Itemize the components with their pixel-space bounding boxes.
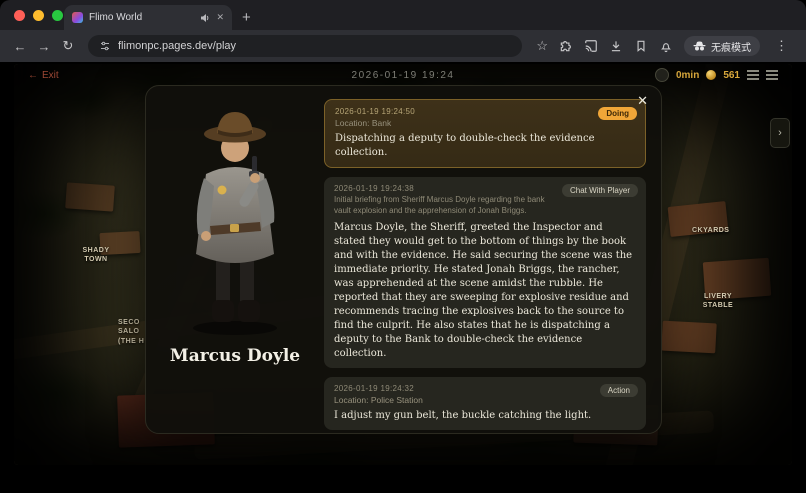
- map-label: LIVERY STABLE: [702, 293, 734, 310]
- browser-window: Flimo World ✕ + ← → ↻ flimonpc.pages.dev…: [0, 0, 806, 493]
- event-card: 2026-01-19 19:24:32 Action Location: Pol…: [324, 376, 646, 430]
- event-location: Location: Police Station: [334, 394, 423, 405]
- incognito-label: 无痕模式: [711, 42, 751, 54]
- event-summary: Initial briefing from Sheriff Marcus Doy…: [334, 195, 545, 215]
- timer-icon: [654, 68, 669, 82]
- close-window-button[interactable]: [14, 10, 25, 21]
- new-tab-button[interactable]: +: [242, 9, 251, 30]
- tab-audio-icon[interactable]: [200, 13, 210, 23]
- reading-list-icon[interactable]: [634, 39, 648, 53]
- map-label: SHADY TOWN: [82, 247, 110, 264]
- coin-count: 561: [723, 69, 740, 81]
- character-name: Marcus Doyle: [169, 346, 301, 366]
- event-card: 2026-01-19 19:24:50 Doing Location: Bank…: [324, 99, 646, 168]
- character-modal: ✕ Marcus Doyle 2026-01-19 19:24:50 Doing…: [145, 85, 662, 434]
- minimize-window-button[interactable]: [33, 10, 44, 21]
- browser-menu-button[interactable]: ⋮: [771, 38, 792, 54]
- back-button[interactable]: ←: [8, 39, 32, 54]
- status-badge: Chat With Player: [561, 184, 638, 197]
- status-badge: Doing: [598, 107, 637, 120]
- map-label: CKYARDS: [692, 227, 730, 234]
- event-card: 2026-01-19 19:24:38 Chat With Player Ini…: [324, 177, 646, 368]
- event-body: Marcus Doyle, the Sheriff, greeted the I…: [334, 221, 633, 359]
- tab-title: Flimo World: [89, 12, 143, 23]
- game-page: SHADY TOWN SECO SALO (THE H CKYARDS LIVERY S…: [0, 62, 806, 493]
- game-header-right: 0min 561: [654, 68, 778, 82]
- incognito-badge: 无痕模式: [684, 36, 760, 56]
- browser-tab[interactable]: Flimo World ✕: [64, 5, 232, 30]
- incognito-icon: [693, 41, 706, 52]
- tab-close-button[interactable]: ✕: [216, 12, 224, 23]
- event-location: Location: Bank: [335, 118, 392, 128]
- browser-toolbar: ← → ↻ flimonpc.pages.dev/play ☆ 无痕模式 ⋮: [0, 30, 806, 62]
- forward-button[interactable]: →: [32, 39, 56, 54]
- event-list[interactable]: 2026-01-19 19:24:50 Doing Location: Bank…: [324, 86, 661, 433]
- menu-list-icon[interactable]: [766, 70, 778, 80]
- maximize-window-button[interactable]: [52, 10, 63, 21]
- site-info-icon[interactable]: [99, 40, 111, 52]
- reload-button[interactable]: ↻: [56, 38, 80, 54]
- tab-favicon: [72, 12, 83, 23]
- traffic-lights: [14, 10, 63, 21]
- event-time: 2026-01-19 19:24:32: [334, 383, 414, 393]
- character-column: Marcus Doyle: [146, 86, 324, 433]
- toolbar-actions: ☆ 无痕模式 ⋮: [530, 36, 798, 56]
- side-panel-toggle[interactable]: ›: [770, 118, 790, 148]
- character-portrait: [193, 112, 277, 335]
- download-icon[interactable]: [609, 39, 623, 53]
- tab-strip: Flimo World ✕ +: [0, 0, 806, 30]
- event-body: Dispatching a deputy to double-check the…: [335, 133, 595, 158]
- exit-label: Exit: [42, 69, 59, 81]
- filter-icon[interactable]: [747, 70, 759, 80]
- modal-close-button[interactable]: ✕: [637, 93, 648, 109]
- game-header: ← Exit 2026-01-19 19:24 0min 561: [0, 66, 806, 84]
- timer-label: 0min: [675, 69, 700, 81]
- extensions-icon[interactable]: [559, 39, 573, 53]
- url-text: flimonpc.pages.dev/play: [118, 40, 237, 52]
- event-body: I adjust my gun belt, the buckle catchin…: [334, 409, 592, 421]
- map-label: SECO SALO (THE H: [118, 319, 145, 345]
- bookmark-star-icon[interactable]: ☆: [536, 38, 548, 54]
- exit-arrow-icon: ←: [28, 69, 38, 81]
- game-clock: 2026-01-19 19:24: [351, 69, 455, 81]
- address-bar[interactable]: flimonpc.pages.dev/play: [88, 35, 523, 57]
- status-badge: Action: [599, 383, 638, 397]
- map-building: [65, 182, 115, 212]
- coin-icon: [706, 70, 717, 80]
- event-time: 2026-01-19 19:24:50: [335, 107, 415, 116]
- bell-icon[interactable]: [659, 39, 673, 53]
- cast-icon[interactable]: [584, 39, 598, 53]
- map-building: [661, 320, 717, 354]
- exit-button[interactable]: ← Exit: [28, 70, 59, 81]
